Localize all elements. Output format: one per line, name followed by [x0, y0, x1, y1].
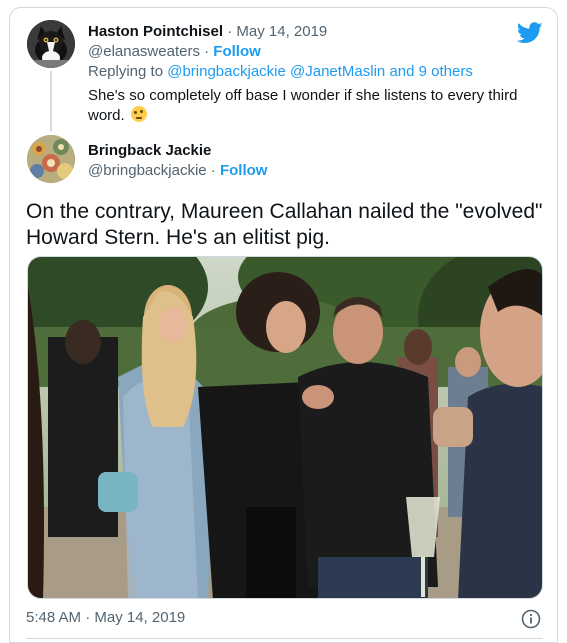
main-handle-row: @bringbackjackie · Follow [88, 162, 268, 179]
main-author-name[interactable]: Bringback Jackie [88, 142, 211, 159]
main-tweet-text: On the contrary, Maureen Callahan nailed… [26, 200, 543, 249]
face-with-rolling-eyes-icon [130, 106, 147, 122]
cat-avatar-icon[interactable] [27, 20, 75, 68]
pattern-avatar-icon[interactable] [27, 135, 75, 183]
reply-handle[interactable]: @elanasweaters [88, 43, 200, 60]
main-follow-button[interactable]: Follow [220, 162, 268, 179]
reply-tweet-text: She's so completely off base I wonder if… [88, 87, 518, 124]
replying-to-line: Replying to @bringbackjackie @JanetMasli… [88, 62, 473, 82]
reply-handle-row: @elanasweaters · Follow [88, 43, 261, 60]
tweet-timestamp[interactable]: 5:48 AM · May 14, 2019 [26, 608, 185, 628]
info-circle-icon[interactable] [521, 609, 541, 629]
reply-header: Haston Pointchisel · May 14, 2019 [88, 23, 328, 40]
party-photo-image[interactable] [27, 256, 543, 599]
twitter-bird-icon[interactable] [517, 22, 543, 44]
reply-date[interactable]: May 14, 2019 [236, 23, 327, 40]
thread-connector-line [50, 71, 52, 131]
reply-follow-button[interactable]: Follow [213, 43, 261, 60]
footer-divider [26, 638, 543, 639]
tweet-embed-card: Haston Pointchisel · May 14, 2019 @elana… [9, 7, 558, 643]
replying-others-link[interactable]: and 9 others [389, 63, 472, 80]
replying-prefix: Replying to [88, 63, 164, 80]
main-header: Bringback Jackie [88, 141, 211, 161]
replying-users-link[interactable]: @bringbackjackie @JanetMaslin [167, 63, 385, 80]
main-handle[interactable]: @bringbackjackie [88, 162, 207, 179]
reply-author-name[interactable]: Haston Pointchisel [88, 23, 223, 40]
